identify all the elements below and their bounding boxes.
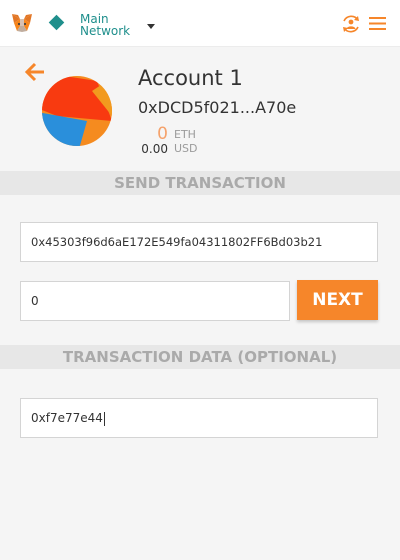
chevron-down-icon[interactable] <box>147 24 155 29</box>
usd-unit-label: USD <box>174 142 198 155</box>
popup-window: Main Network Account 1 0xDCD5f021...A70e… <box>0 0 400 560</box>
transaction-data-input[interactable]: 0xf7e77e44 <box>20 398 378 438</box>
account-switch-icon[interactable] <box>341 14 361 34</box>
network-name-line2: Network <box>80 24 131 38</box>
account-name: Account 1 <box>138 66 243 90</box>
app-header: Main Network <box>0 0 400 47</box>
hamburger-menu-icon[interactable] <box>369 16 386 31</box>
account-address[interactable]: 0xDCD5f021...A70e <box>138 98 296 117</box>
amount-input[interactable]: 0 <box>20 281 290 321</box>
text-cursor <box>103 411 105 426</box>
network-selector[interactable]: Main Network <box>80 13 130 37</box>
next-button[interactable]: NEXT <box>297 280 378 320</box>
transaction-data-value: 0xf7e77e44 <box>31 411 103 425</box>
back-arrow-icon[interactable] <box>24 62 46 82</box>
eth-unit-label: ETH <box>174 128 196 141</box>
recipient-address-input[interactable]: 0x45303f96d6aE172E549fa04311802FF6Bd03b2… <box>20 222 378 262</box>
usd-balance: 0.00 <box>141 142 168 156</box>
eth-balance: 0 <box>157 124 168 144</box>
transaction-data-heading: TRANSACTION DATA (OPTIONAL) <box>0 345 400 369</box>
metamask-fox-icon[interactable] <box>11 13 33 33</box>
account-avatar <box>42 76 112 146</box>
send-transaction-heading: SEND TRANSACTION <box>0 171 400 195</box>
network-diamond-icon[interactable] <box>48 14 65 31</box>
